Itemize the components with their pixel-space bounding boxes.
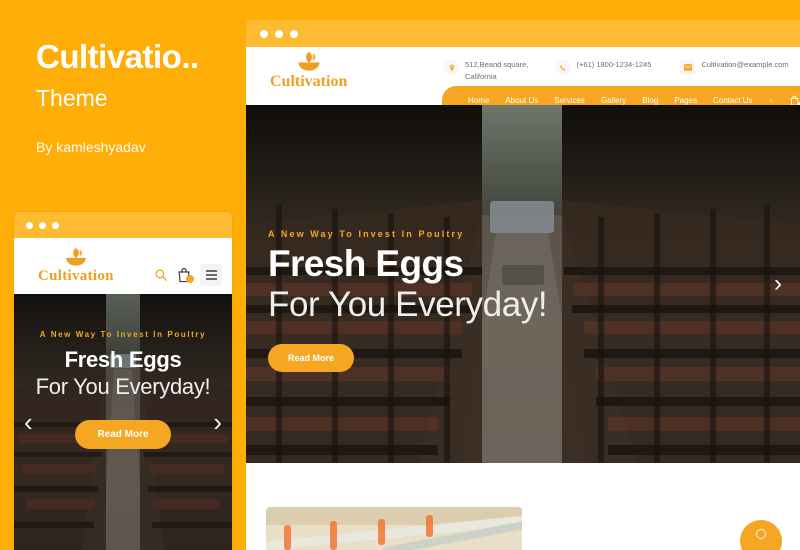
mobile-hero-slider: A New Way To Invest In Poultry Fresh Egg… [14,294,232,550]
mobile-site-header: Cultivation [14,238,232,294]
mobile-read-more-button[interactable]: Read More [75,420,171,449]
mobile-hero-eyebrow: A New Way To Invest In Poultry [39,330,207,339]
mobile-cart-badge [186,275,194,283]
cart-button[interactable] [789,95,800,108]
mobile-titlebar [14,212,232,238]
envelope-icon [680,60,696,75]
window-dot-close-icon[interactable] [26,221,33,229]
mobile-hero-content: A New Way To Invest In Poultry Fresh Egg… [14,294,232,550]
site-logo[interactable]: Cultivation [270,51,347,91]
window-dot-close-icon[interactable] [260,29,268,38]
phone-icon [555,60,571,75]
mobile-cart[interactable] [177,267,194,283]
hero-subheadline: For You Everyday! [268,284,548,324]
hero-headline: Fresh Eggs [268,243,464,284]
window-dot-maximize-icon[interactable] [52,221,59,229]
page-title: Cultivatio.. [36,38,199,75]
site-topbar: Cultivation 512,Beand square, California… [246,47,800,114]
nav-item-about-us[interactable]: About Us [505,96,538,105]
promo-subtitle: Theme [36,84,108,111]
nav-item-blog[interactable]: Blog [642,96,658,105]
slider-next-icon[interactable]: › [774,272,782,296]
mobile-logo[interactable]: Cultivation [38,247,114,285]
promo-author: By kamleshyadav [36,138,146,155]
mobile-logo-text: Cultivation [38,268,114,284]
mobile-preview-window: Cultivation A New Way To Invest In Poult… [14,212,232,550]
nav-item-home[interactable]: Home [468,96,489,105]
read-more-button[interactable]: Read More [268,344,355,373]
nav-item-contact-us[interactable]: Contact Us [713,96,753,105]
contact-email: Cultivation@example.com [680,59,792,75]
contact-address-text: 512,Beand square, California [465,60,529,81]
mobile-hero-subheadline: For You Everyday! [35,374,211,399]
mobile-hero-headline: Fresh Eggs [64,347,182,372]
window-dot-minimize-icon[interactable] [39,221,46,229]
mobile-header-actions [154,264,222,286]
content-section [246,463,800,550]
contact-phone: (+61) 1800-1234-1245 [555,59,681,75]
search-icon[interactable] [154,267,168,283]
hero-eyebrow: A New Way To Invest In Poultry [268,229,465,239]
contact-info-row: 512,Beand square, California (+61) 1800-… [444,59,792,82]
scroll-top-icon [756,529,766,539]
nav-item-gallery[interactable]: Gallery [601,96,626,105]
browser-window: Cultivation 512,Beand square, California… [246,20,800,550]
search-icon[interactable] [769,95,773,106]
produce-photo [266,507,522,550]
nav-item-services[interactable]: Services [554,96,585,105]
contact-phone-text: (+61) 1800-1234-1245 [576,60,652,69]
content-card-image[interactable] [266,507,522,550]
site-logo-text: Cultivation [270,73,348,90]
mobile-slider-next-icon[interactable]: › [213,409,222,435]
browser-titlebar [246,20,800,47]
window-dot-maximize-icon[interactable] [290,29,298,38]
wheat-bowl-icon [298,51,320,71]
scroll-top-button[interactable] [740,520,782,550]
contact-email-text: Cultivation@example.com [701,60,789,69]
window-dot-minimize-icon[interactable] [275,29,283,38]
mobile-slider-prev-icon[interactable]: ‹ [24,409,33,435]
wheat-bowl-icon [66,247,86,266]
nav-item-pages[interactable]: Pages [674,96,697,105]
hero-slider: A New Way To Invest In Poultry Fresh Egg… [246,105,800,463]
hamburger-menu-icon[interactable] [200,264,222,286]
hero-content: A New Way To Invest In Poultry Fresh Egg… [268,229,548,373]
contact-address: 512,Beand square, California [444,59,556,82]
location-pin-icon [444,60,459,75]
